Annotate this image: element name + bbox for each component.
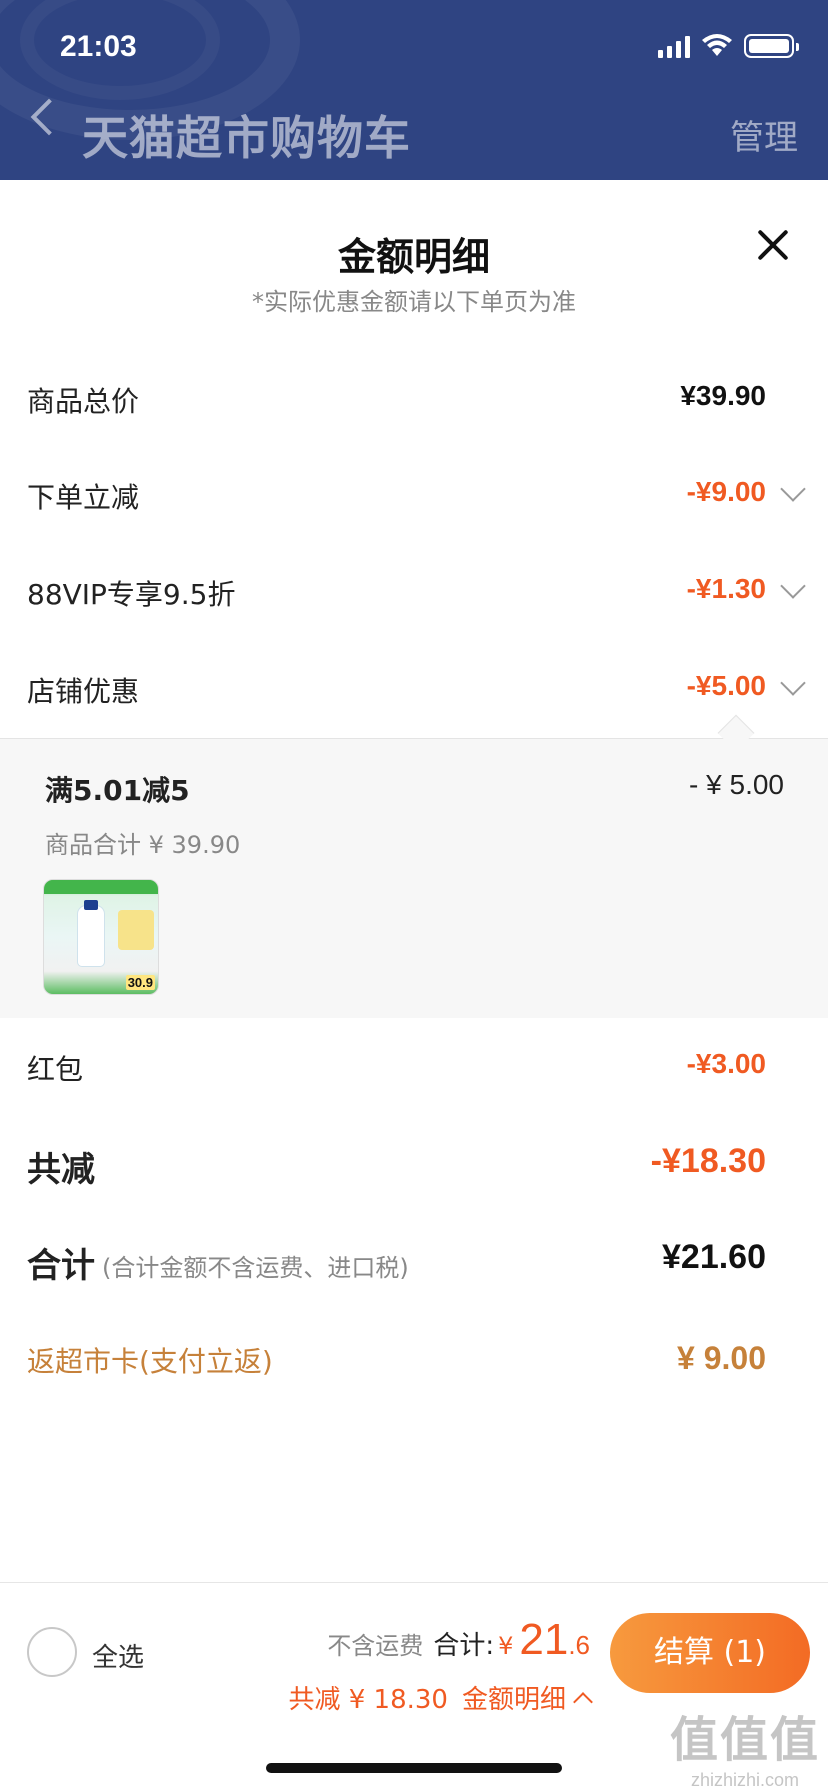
vip-discount-label: 88VIP专享9.5折 <box>27 578 236 611</box>
vip-discount-value: -¥1.30 <box>686 573 766 604</box>
return-card-value: ¥ 9.00 <box>677 1340 766 1376</box>
total-note: (合计金额不含运费、进口税) <box>102 1254 409 1282</box>
thumbnail-bottle-cap <box>84 900 98 910</box>
order-discount-label: 下单立减 <box>27 481 140 514</box>
thumbnail-price: 30.9 <box>125 975 155 990</box>
sum-integer: 21 <box>519 1615 569 1664</box>
return-card-label: 返超市卡(支付立返) <box>27 1345 273 1378</box>
row-return-card: 返超市卡(支付立返) ¥ 9.00 <box>0 1330 828 1390</box>
red-packet-value: -¥3.00 <box>686 1048 766 1079</box>
home-indicator <box>266 1763 562 1773</box>
row-shop-discount[interactable]: 店铺优惠 -¥5.00 <box>0 660 828 720</box>
promo-subtotal: 商品合计 ¥ 39.90 <box>45 831 241 859</box>
signal-icon <box>658 34 690 58</box>
sum-currency: ¥ <box>498 1632 514 1660</box>
sum-label: 合计: <box>433 1631 495 1661</box>
thumbnail-bottle <box>78 906 104 966</box>
thumbnail-badge <box>118 910 154 950</box>
chevron-up-icon[interactable] <box>573 1691 593 1712</box>
row-total-reduce: 共减 -¥18.30 <box>0 1136 828 1196</box>
shop-discount-label: 店铺优惠 <box>27 675 140 708</box>
product-thumbnail[interactable]: 30.9 <box>43 879 159 995</box>
sheet-title: 金额明细 <box>337 235 490 279</box>
sum-decimal: .6 <box>568 1630 590 1660</box>
red-packet-label: 红包 <box>27 1053 84 1086</box>
amount-detail-link[interactable]: 金额明细 <box>462 1679 566 1716</box>
order-discount-value: -¥9.00 <box>686 476 766 507</box>
goods-total-value: ¥39.90 <box>680 380 766 411</box>
goods-total-label: 商品总价 <box>27 385 140 418</box>
reduce-text: 共减 ¥ 18.30 <box>288 1685 448 1715</box>
select-all-label[interactable]: 全选 <box>92 1637 144 1674</box>
chevron-down-icon[interactable] <box>780 573 806 599</box>
row-vip-discount[interactable]: 88VIP专享9.5折 -¥1.30 <box>0 563 828 623</box>
thumbnail-banner <box>44 880 158 894</box>
manage-button[interactable]: 管理 <box>730 110 798 159</box>
page-title: 天猫超市购物车 <box>82 111 411 165</box>
total-value: ¥21.60 <box>662 1238 766 1276</box>
wifi-icon <box>702 34 732 56</box>
checkout-button[interactable]: 结算 (1) <box>610 1613 810 1693</box>
status-icons <box>658 34 799 58</box>
header: 21:03 天猫超市购物车 管理 <box>0 0 828 180</box>
close-icon[interactable] <box>756 228 790 262</box>
watermark-url: zhizhizhi.com <box>690 1770 800 1790</box>
total-reduce-label: 共减 <box>27 1150 95 1190</box>
row-goods-total: 商品总价 ¥39.90 <box>0 370 828 430</box>
shipping-note: 不含运费 <box>327 1632 424 1660</box>
battery-icon <box>744 34 799 58</box>
shop-discount-value: -¥5.00 <box>686 670 766 701</box>
status-time: 21:03 <box>60 30 137 63</box>
row-red-packet: 红包 -¥3.00 <box>0 1038 828 1098</box>
watermark: 值值值 zhizhizhi.com <box>670 1700 820 1791</box>
select-all-radio[interactable] <box>27 1627 77 1677</box>
total-label: 合计 <box>27 1246 95 1286</box>
chevron-down-icon[interactable] <box>780 476 806 502</box>
promo-amount: - ¥ 5.00 <box>689 769 784 800</box>
row-order-discount[interactable]: 下单立减 -¥9.00 <box>0 466 828 526</box>
watermark-logo: 值值值 <box>669 1712 820 1768</box>
reduce-line[interactable]: 共减 ¥ 18.30 金额明细 <box>288 1679 593 1716</box>
chevron-down-icon[interactable] <box>780 670 806 696</box>
sheet-subtitle: *实际优惠金额请以下单页为准 <box>252 288 576 316</box>
promo-name: 满5.01减5 <box>45 774 190 807</box>
total-reduce-value: -¥18.30 <box>650 1142 766 1180</box>
sum-line: 不含运费 合计: ¥ 21 .6 <box>327 1615 590 1665</box>
row-total: 合计 (合计金额不含运费、进口税) ¥21.60 <box>0 1232 828 1292</box>
amount-detail-sheet: 金额明细 *实际优惠金额请以下单页为准 商品总价 ¥39.90 下单立减 -¥9… <box>0 180 828 1580</box>
shop-discount-detail: 满5.01减5 - ¥ 5.00 商品合计 ¥ 39.90 30.9 <box>0 738 828 1018</box>
